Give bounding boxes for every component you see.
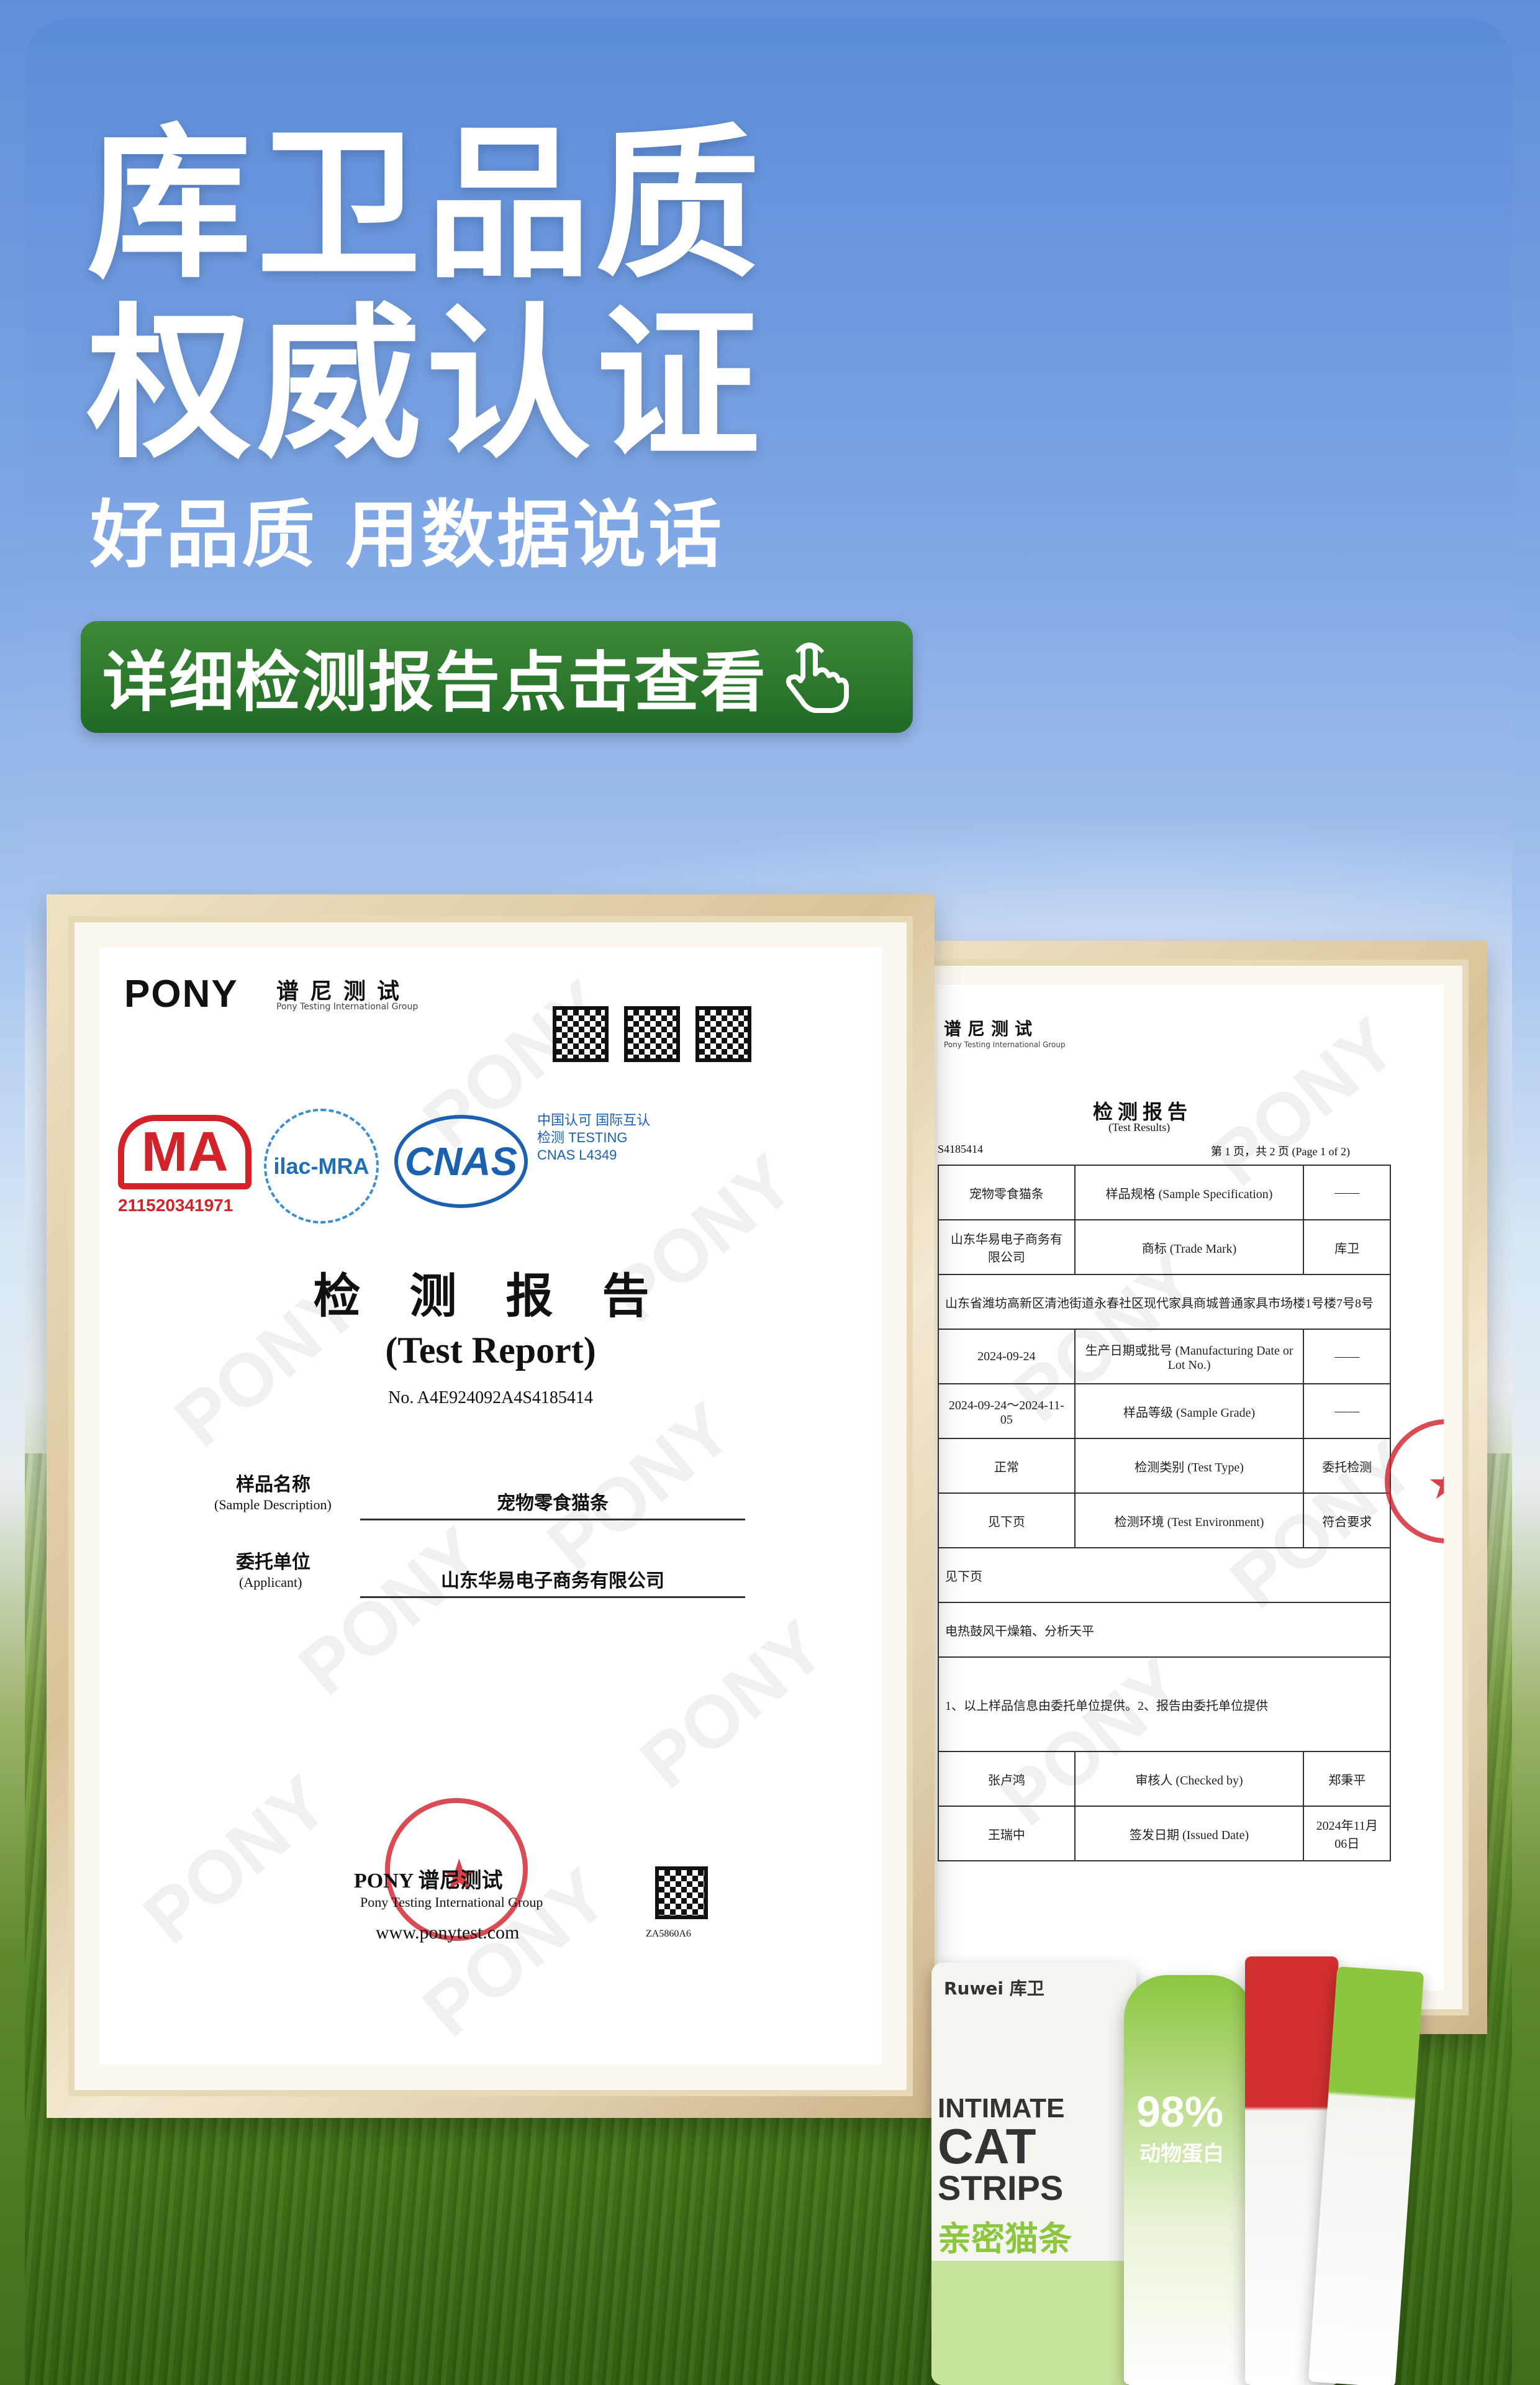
table-row: 山东省潍坊高新区清池街道永春社区现代家具商城普通家具市场楼1号楼7号8号 (938, 1274, 1391, 1330)
back-report-code: S4185414 (938, 1143, 984, 1155)
table-cell: 样品等级 (Sample Grade) (1074, 1383, 1305, 1439)
view-report-button[interactable]: 详细检测报告点击查看 (81, 621, 913, 733)
table-cell: 2024年11月06日 (1303, 1806, 1391, 1861)
product-line-3: STRIPS (938, 2168, 1064, 2207)
applicant-value: 山东华易电子商务有限公司 (360, 1565, 745, 1598)
table-cell: 见下页 (938, 1492, 1076, 1548)
title-line-1: 库卫品质 (87, 109, 765, 301)
view-report-label: 详细检测报告点击查看 (102, 645, 768, 720)
cma-code: 211520341971 (118, 1196, 233, 1215)
subtitle: 好品质 用数据说话 (90, 492, 725, 578)
report-title: 检 测 报 告 (313, 1271, 668, 1323)
table-cell: —— (1303, 1329, 1391, 1384)
qr-code-icon (695, 1006, 751, 1062)
table-cell: 山东华易电子商务有限公司 (938, 1219, 1076, 1275)
footer-brand: PONY 谱尼测试 (354, 1869, 503, 1892)
table-row: 王瑞中 签发日期 (Issued Date) 2024年11月06日 (938, 1806, 1391, 1861)
certificate-back-frame: PONY PONY PONY PONY 谱尼测试 Pony Testing In… (894, 941, 1487, 2034)
certificate-back-paper: PONY PONY PONY PONY 谱尼测试 Pony Testing In… (938, 984, 1444, 1991)
table-cell: 1、以上样品信息由委托单位提供。2、报告由委托单位提供 (938, 1656, 1391, 1752)
cnas-logo: CNAS (394, 1115, 528, 1208)
title-line-2: 权威认证 (87, 289, 765, 481)
table-row: 宠物零食猫条 样品规格 (Sample Specification) —— (938, 1165, 1391, 1220)
product-green-stripe (931, 2261, 1136, 2385)
table-row: 见下页 (938, 1547, 1391, 1603)
product-cat-strip-green: 98% 动物蛋白 (1124, 1975, 1254, 2385)
table-cell: 生产日期或批号 (Manufacturing Date or Lot No.) (1074, 1329, 1305, 1384)
pony-logo-sub: Pony Testing International Group (276, 1002, 419, 1012)
table-cell: 2024-09-24～2024-11-05 (938, 1383, 1076, 1439)
table-cell: 宠物零食猫条 (938, 1165, 1076, 1220)
table-cell: 山东省潍坊高新区清池街道永春社区现代家具商城普通家具市场楼1号楼7号8号 (938, 1274, 1391, 1330)
table-cell: 审核人 (Checked by) (1074, 1751, 1305, 1807)
table-cell: 检测类别 (Test Type) (1074, 1438, 1305, 1494)
table-cell: 2024-09-24 (938, 1329, 1076, 1384)
report-number: No. A4E924092A4S4185414 (388, 1388, 593, 1407)
table-cell: 商标 (Trade Mark) (1074, 1219, 1305, 1275)
back-results-table: 宠物零食猫条 样品规格 (Sample Specification) —— 山东华易… (938, 1165, 1391, 1861)
certification-logos: MA 211520341971 ilac-MRA CNAS 中国认可 国际互认 … (118, 1102, 677, 1227)
certificate-code: ZA5860A6 (646, 1928, 691, 1939)
table-cell: 电热鼓风干燥箱、分析天平 (938, 1602, 1391, 1658)
table-row: 见下页 检测环境 (Test Environment) 符合要求 (938, 1492, 1391, 1548)
website: www.ponytest.com (376, 1922, 520, 1943)
product-line-2: CAT (938, 2119, 1036, 2174)
table-cell: 符合要求 (1303, 1492, 1391, 1548)
footer-brand-sub: Pony Testing International Group (360, 1894, 543, 1910)
sample-label-en: (Sample Description) (214, 1497, 332, 1512)
table-row: 2024-09-24～2024-11-05 样品等级 (Sample Grade)… (938, 1383, 1391, 1439)
certificate-front-frame: PONY PONY PONY PONY PONY PONY PONY PONY … (47, 894, 935, 2118)
qr-code-icon (655, 1866, 708, 1919)
product-brand: Ruwei 库卫 (944, 1978, 1044, 1999)
pony-logo: PONY (124, 973, 238, 1015)
applicant-label: 委托单位 (236, 1552, 310, 1573)
table-row: 张卢鸿 审核人 (Checked by) 郑秉平 (938, 1751, 1391, 1807)
report-title-en: (Test Report) (385, 1330, 596, 1371)
table-cell: 检测环境 (Test Environment) (1074, 1492, 1305, 1548)
sample-label: 样品名称 (236, 1474, 310, 1495)
sample-value: 宠物零食猫条 (360, 1488, 745, 1520)
table-cell: 张卢鸿 (938, 1751, 1076, 1807)
table-cell: 见下页 (938, 1547, 1391, 1603)
table-cell: 库卫 (1303, 1219, 1391, 1275)
page-canvas: 库卫品质 权威认证 好品质 用数据说话 详细检测报告点击查看 PONY PONY… (0, 0, 1540, 2385)
hand-pointer-icon (786, 642, 849, 713)
cnas-note: 中国认可 国际互认 检测 TESTING CNAS L4349 (537, 1112, 651, 1163)
applicant-label-en: (Applicant) (239, 1574, 302, 1590)
qr-code-icon (624, 1006, 680, 1062)
back-brand-sub: Pony Testing International Group (944, 1040, 1066, 1049)
table-cell: 王瑞中 (938, 1806, 1076, 1861)
hero-card: 库卫品质 权威认证 好品质 用数据说话 详细检测报告点击查看 PONY PONY… (25, 19, 1512, 2385)
table-cell: 正常 (938, 1438, 1076, 1494)
certificate-front-paper: PONY PONY PONY PONY PONY PONY PONY PONY … (99, 947, 882, 2065)
table-row: 山东华易电子商务有限公司 商标 (Trade Mark) 库卫 (938, 1219, 1391, 1275)
table-row: 电热鼓风干燥箱、分析天平 (938, 1602, 1391, 1658)
table-cell: 样品规格 (Sample Specification) (1074, 1165, 1305, 1220)
product-protein: 98% (1136, 2087, 1224, 2136)
ilac-mra-logo: ilac-MRA (264, 1109, 379, 1224)
back-page-info: 第 1 页，共 2 页 (Page 1 of 2) (1211, 1145, 1350, 1158)
table-cell: 郑秉平 (1303, 1751, 1391, 1807)
red-seal-stamp: ★ (1385, 1419, 1444, 1543)
pony-logo-cn: 谱尼测试 (276, 979, 411, 1004)
table-row: 2024-09-24 生产日期或批号 (Manufacturing Date or… (938, 1329, 1391, 1384)
table-cell: —— (1303, 1383, 1391, 1439)
cma-logo: MA (118, 1115, 251, 1189)
table-row: 1、以上样品信息由委托单位提供。2、报告由委托单位提供 (938, 1656, 1391, 1752)
product-name-cn: 亲密猫条 (938, 2219, 1072, 2258)
qr-code-icon (553, 1006, 609, 1062)
table-cell: 签发日期 (Issued Date) (1074, 1806, 1305, 1861)
table-cell: 委托检测 (1303, 1438, 1391, 1494)
table-row: 正常 检测类别 (Test Type) 委托检测 (938, 1438, 1391, 1494)
product-bag: Ruwei 库卫 INTIMATE CAT STRIPS 亲密猫条 (931, 1963, 1136, 2385)
back-report-title-en: (Test Results) (1108, 1121, 1171, 1133)
product-protein-label: 动物蛋白 (1139, 2142, 1224, 2166)
table-cell: —— (1303, 1165, 1391, 1220)
back-brand: 谱尼测试 (944, 1019, 1039, 1039)
